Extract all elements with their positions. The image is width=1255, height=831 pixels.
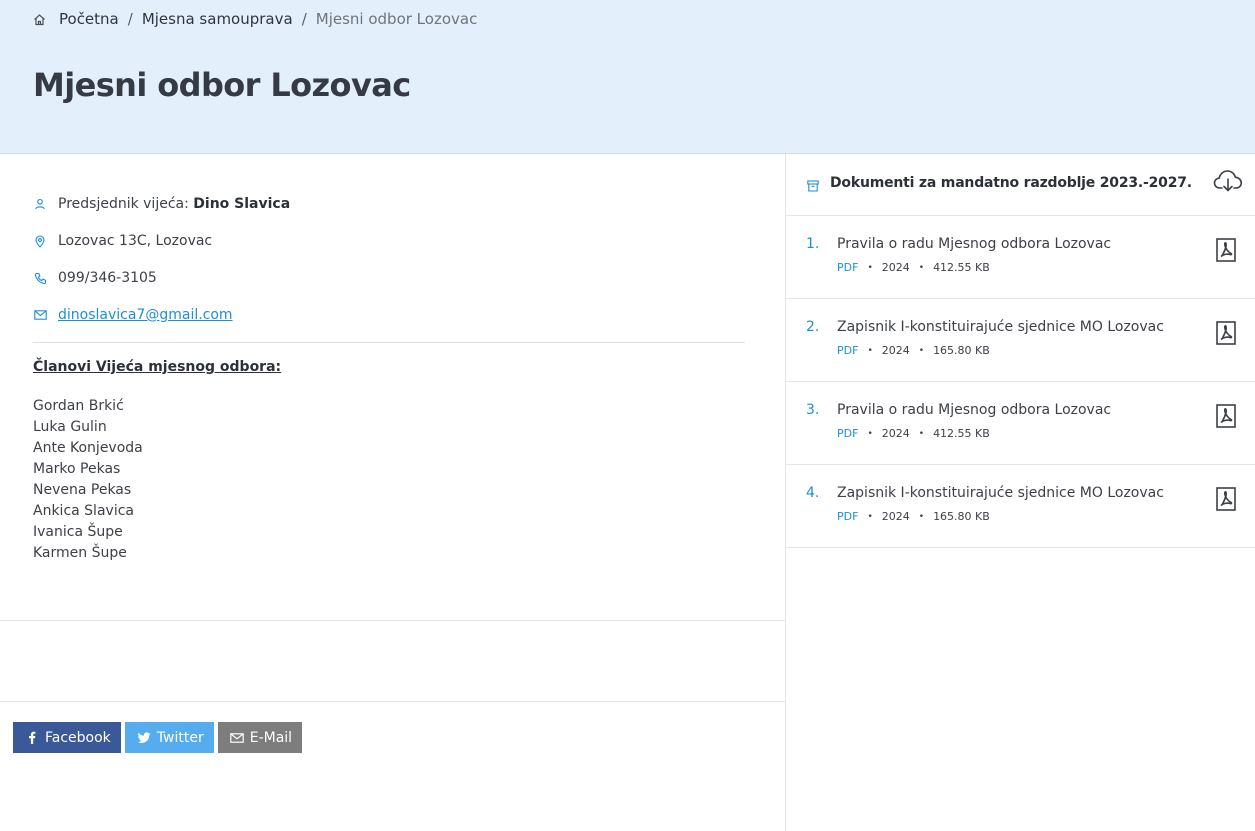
share-twitter-label: Twitter	[156, 729, 204, 746]
member-name: Nevena Pekas	[33, 482, 132, 498]
section-divider	[0, 701, 785, 702]
meta-separator: •	[918, 511, 925, 522]
pdf-file-icon[interactable]	[1216, 321, 1236, 345]
member-name: Luka Gulin	[33, 419, 107, 435]
page-title: Mjesni odbor Lozovac	[33, 66, 411, 104]
document-number: 4.	[806, 485, 820, 501]
address-row: Lozovac 13C, Lozovac	[33, 230, 212, 252]
member-name: Karmen Šupe	[33, 545, 127, 561]
document-item[interactable]: 2. Zapisnik I-konstituirajuće sjednice M…	[786, 299, 1255, 382]
map-pin-icon	[33, 234, 47, 248]
members-heading: Članovi Vijeća mjesnog odbora:	[33, 359, 282, 375]
meta-separator: •	[867, 345, 873, 356]
share-email-button[interactable]: E-Mail	[217, 722, 303, 753]
share-twitter-button[interactable]: Twitter	[124, 722, 214, 753]
pdf-file-icon[interactable]	[1216, 238, 1236, 262]
member-name: Gordan Brkić	[33, 398, 124, 414]
phone-text: 099/346-3105	[58, 270, 157, 286]
document-size: 165.80 KB	[933, 510, 990, 523]
document-type: PDF	[837, 344, 859, 357]
share-buttons: Facebook Twitter E-Mail	[13, 722, 303, 753]
document-year: 2024	[881, 510, 910, 523]
pdf-file-icon[interactable]	[1216, 487, 1236, 511]
members-list: Gordan Brkić Luka Gulin Ante Konjevoda M…	[33, 396, 143, 564]
main-content: Predsjednik vijeća: Dino Slavica Lozovac…	[0, 154, 785, 831]
president-row: Predsjednik vijeća: Dino Slavica	[33, 193, 290, 215]
document-item[interactable]: 1. Pravila o radu Mjesnog odbora Lozovac…	[786, 216, 1255, 299]
documents-header: Dokumenti za mandatno razdoblje 2023.-20…	[786, 154, 1255, 216]
document-number: 3.	[806, 402, 820, 418]
email-link[interactable]: dinoslavica7@gmail.com	[58, 307, 233, 323]
meta-separator: •	[918, 345, 925, 356]
page-header: Početna / Mjesna samouprava / Mjesni odb…	[0, 0, 1255, 154]
documents-title: Dokumenti za mandatno razdoblje 2023.-20…	[830, 175, 1192, 191]
phone-row: 099/346-3105	[33, 267, 157, 289]
member-name: Ivanica Šupe	[33, 524, 123, 540]
meta-separator: •	[867, 428, 873, 439]
president-name: Dino Slavica	[193, 196, 291, 212]
facebook-icon	[25, 731, 39, 745]
envelope-icon	[229, 731, 244, 745]
share-facebook-label: Facebook	[45, 729, 111, 746]
mail-icon	[33, 308, 47, 322]
email-row: dinoslavica7@gmail.com	[33, 304, 233, 326]
member-name: Ante Konjevoda	[33, 440, 143, 456]
meta-separator: •	[918, 262, 925, 273]
share-facebook-button[interactable]: Facebook	[13, 722, 121, 753]
breadcrumb-local-government-link[interactable]: Mjesna samouprava	[142, 10, 293, 28]
address-text: Lozovac 13C, Lozovac	[58, 233, 213, 249]
meta-separator: •	[867, 262, 873, 273]
document-title[interactable]: Zapisnik I-konstituirajuće sjednice MO L…	[837, 319, 1164, 335]
document-meta: PDF • 2024 • 412.55 KB	[837, 261, 990, 274]
document-item[interactable]: 3. Pravila o radu Mjesnog odbora Lozovac…	[786, 382, 1255, 465]
user-icon	[33, 197, 47, 211]
section-divider	[0, 620, 785, 621]
document-size: 412.55 KB	[933, 261, 990, 274]
breadcrumb-current: Mjesni odbor Lozovac	[315, 10, 478, 28]
document-type: PDF	[837, 510, 859, 523]
cloud-download-icon[interactable]	[1213, 169, 1243, 193]
breadcrumb-separator: /	[127, 10, 133, 28]
document-number: 2.	[806, 319, 820, 335]
document-type: PDF	[837, 427, 859, 440]
document-title[interactable]: Pravila o radu Mjesnog odbora Lozovac	[837, 402, 1111, 418]
breadcrumb-separator: /	[301, 10, 307, 28]
breadcrumb: Početna / Mjesna samouprava / Mjesni odb…	[33, 9, 477, 29]
document-year: 2024	[881, 427, 910, 440]
document-meta: PDF • 2024 • 165.80 KB	[837, 344, 990, 357]
document-size: 412.55 KB	[933, 427, 990, 440]
divider	[33, 342, 745, 343]
document-size: 165.80 KB	[933, 344, 990, 357]
pdf-file-icon[interactable]	[1216, 404, 1236, 428]
archive-icon	[807, 177, 821, 192]
twitter-icon	[137, 731, 151, 745]
document-year: 2024	[881, 261, 910, 274]
document-year: 2024	[881, 344, 910, 357]
document-type: PDF	[837, 261, 859, 274]
document-number: 1.	[806, 236, 820, 252]
member-name: Marko Pekas	[33, 461, 121, 477]
president-label: Predsjednik vijeća:	[58, 196, 189, 212]
documents-panel: Dokumenti za mandatno razdoblje 2023.-20…	[785, 154, 1255, 831]
home-icon[interactable]	[33, 12, 47, 26]
member-name: Ankica Slavica	[33, 503, 134, 519]
document-meta: PDF • 2024 • 165.80 KB	[837, 510, 990, 523]
document-item[interactable]: 4. Zapisnik I-konstituirajuće sjednice M…	[786, 465, 1255, 548]
document-title[interactable]: Pravila o radu Mjesnog odbora Lozovac	[837, 236, 1111, 252]
document-meta: PDF • 2024 • 412.55 KB	[837, 427, 990, 440]
meta-separator: •	[867, 511, 873, 522]
phone-icon	[33, 271, 47, 285]
breadcrumb-home-link[interactable]: Početna	[59, 10, 119, 28]
share-email-label: E-Mail	[249, 729, 293, 746]
meta-separator: •	[918, 428, 925, 439]
document-title[interactable]: Zapisnik I-konstituirajuće sjednice MO L…	[837, 485, 1164, 501]
